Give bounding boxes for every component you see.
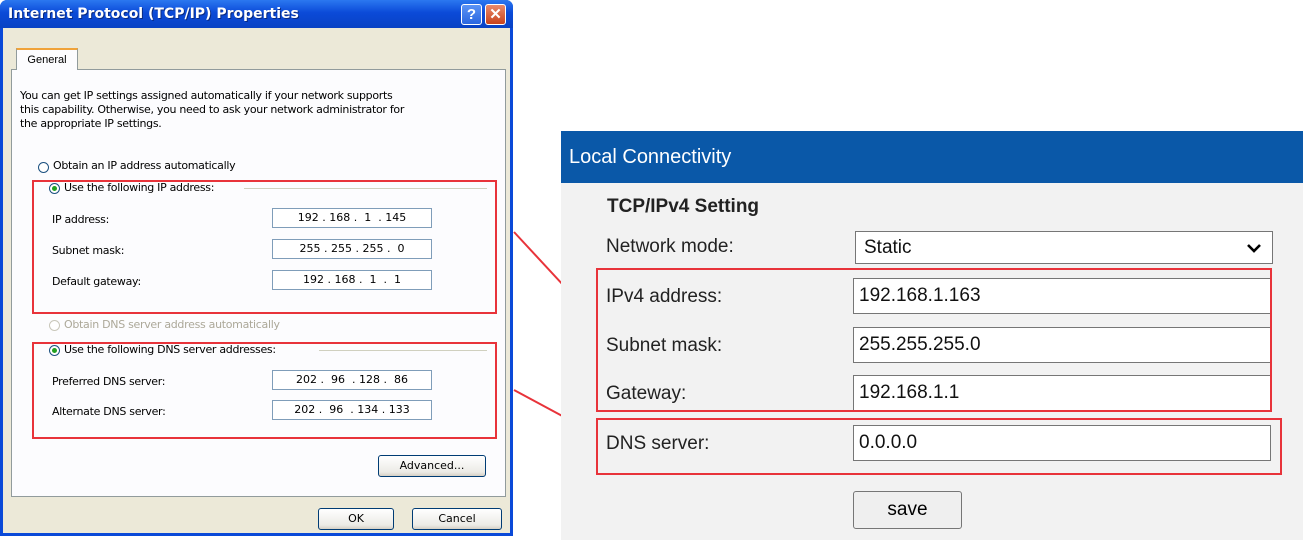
web-dns-highlight-box bbox=[596, 418, 1282, 475]
network-mode-value: Static bbox=[864, 237, 912, 258]
web-ip-highlight-box bbox=[596, 268, 1272, 412]
network-mode-label: Network mode: bbox=[606, 236, 734, 257]
local-connectivity-header: Local Connectivity bbox=[561, 131, 1303, 183]
chevron-down-icon bbox=[1247, 244, 1261, 253]
save-button[interactable]: save bbox=[853, 491, 962, 529]
network-mode-select[interactable]: Static bbox=[855, 231, 1273, 264]
tcpipv4-setting-title: TCP/IPv4 Setting bbox=[607, 196, 760, 217]
